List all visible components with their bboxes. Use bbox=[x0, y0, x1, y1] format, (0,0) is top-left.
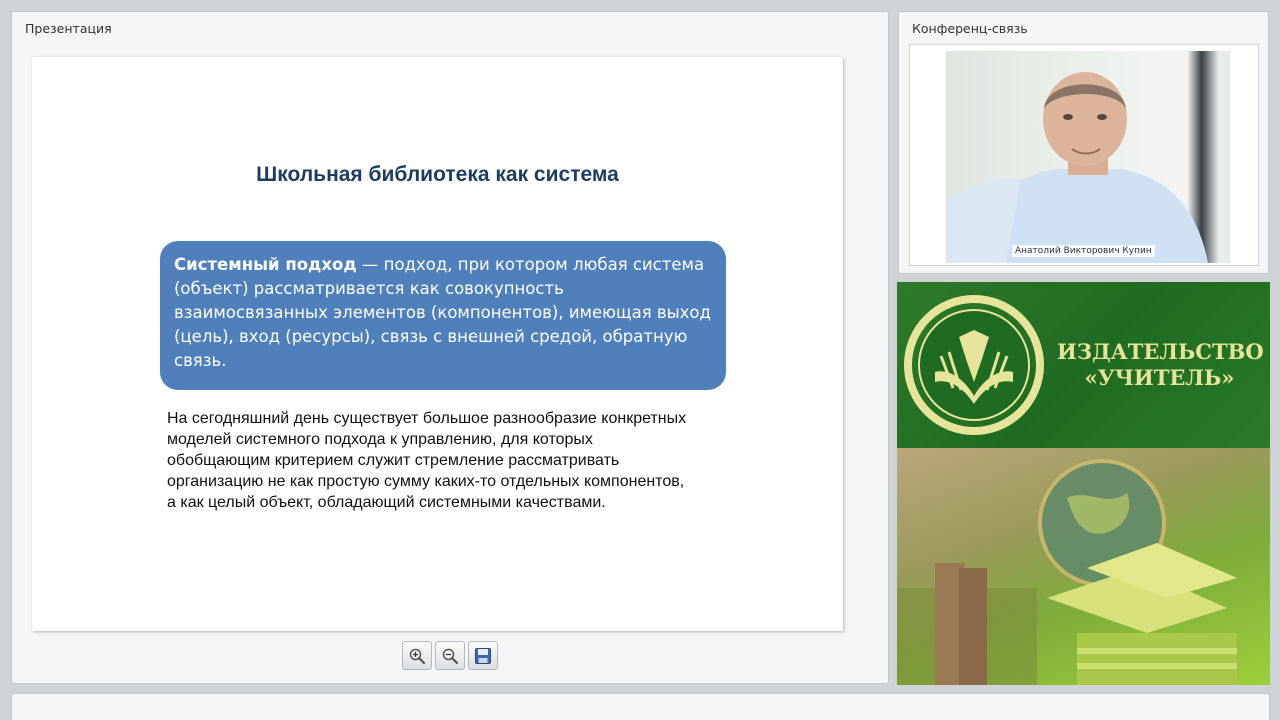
banner-books-image bbox=[897, 448, 1270, 685]
slide-body-text: На сегодняшний день существует большое р… bbox=[167, 410, 687, 511]
zoom-in-icon bbox=[409, 648, 426, 664]
slide-title: Школьная библиотека как система bbox=[256, 163, 619, 186]
publisher-banner[interactable]: ИЗДАТЕЛЬСТВО «УЧИТЕЛЬ» bbox=[897, 282, 1270, 685]
bottom-panel bbox=[11, 693, 1270, 720]
publisher-name-line1: ИЗДАТЕЛЬСТВО bbox=[1057, 339, 1264, 364]
banner-logo-area: ИЗДАТЕЛЬСТВО «УЧИТЕЛЬ» bbox=[897, 282, 1270, 448]
video-feed: Анатолий Викторович Купин bbox=[909, 44, 1259, 266]
presentation-panel: Презентация Школьная библиотека как сист… bbox=[11, 11, 889, 684]
publisher-name-line2: «УЧИТЕЛЬ» bbox=[1084, 365, 1235, 390]
speaker-name-caption: Анатолий Викторович Купин bbox=[1012, 245, 1155, 257]
books-globe-illustration bbox=[897, 459, 1237, 685]
save-button[interactable] bbox=[468, 641, 498, 670]
zoom-out-icon bbox=[442, 648, 459, 664]
presentation-slide: Школьная библиотека как система Системны… bbox=[32, 57, 843, 631]
presentation-panel-title: Презентация bbox=[25, 21, 112, 36]
zoom-out-button[interactable] bbox=[435, 641, 465, 670]
publisher-name: ИЗДАТЕЛЬСТВО «УЧИТЕЛЬ» bbox=[1057, 339, 1264, 391]
slide-toolbar bbox=[402, 641, 498, 670]
speaker-figure bbox=[946, 72, 1208, 263]
definition-box: Системный подход — подход, при котором л… bbox=[160, 241, 726, 390]
speaker-video: Анатолий Викторович Купин bbox=[946, 51, 1230, 263]
definition-term: Системный подход bbox=[174, 255, 357, 274]
floppy-disk-icon bbox=[475, 647, 491, 664]
zoom-in-button[interactable] bbox=[402, 641, 432, 670]
publisher-logo-icon bbox=[904, 295, 1044, 435]
conference-panel: Конференц-связь Анатолий Викторович Купи… bbox=[898, 11, 1269, 274]
conference-panel-title: Конференц-связь bbox=[912, 21, 1028, 36]
